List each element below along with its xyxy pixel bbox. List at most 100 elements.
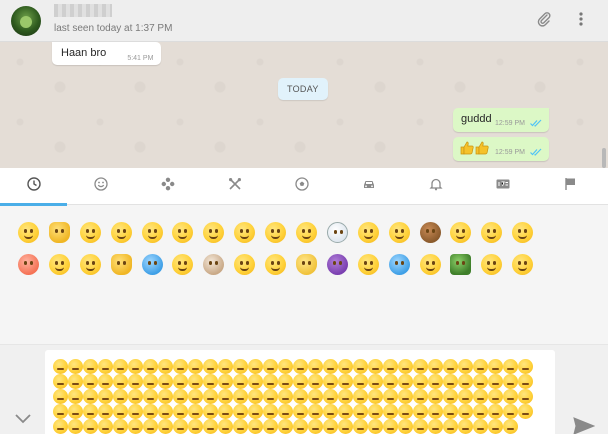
smirk-emoji[interactable] [75, 216, 106, 248]
menu-button[interactable] [571, 11, 591, 31]
unamused-emoji [188, 404, 203, 419]
message-input[interactable] [45, 350, 555, 434]
cat-emoji[interactable] [291, 248, 322, 280]
dog-emoji[interactable] [198, 248, 229, 280]
message-text: guddd [461, 113, 492, 125]
close-emoji-panel-button[interactable] [12, 411, 34, 427]
unamused-emoji [368, 419, 383, 434]
unamused-emoji [353, 389, 368, 404]
incoming-message[interactable]: Haan bro 5:41 PM [52, 42, 162, 65]
unamused-emoji [218, 374, 233, 389]
unamused-emoji [398, 374, 413, 389]
cry-emoji[interactable] [260, 216, 291, 248]
last-seen-status: last seen today at 1:37 PM [54, 23, 173, 34]
flushed-emoji[interactable] [476, 216, 507, 248]
unamused-emoji [158, 389, 173, 404]
car-icon [362, 177, 376, 196]
outgoing-message[interactable]: guddd 12:59 PM [453, 108, 549, 132]
unamused-emoji [113, 419, 128, 434]
tab-flags[interactable] [536, 168, 603, 205]
tab-travel[interactable] [335, 168, 402, 205]
send-icon [573, 417, 596, 434]
unamused-emoji [368, 389, 383, 404]
sleepy-emoji[interactable] [415, 248, 446, 280]
emoji-panel [0, 168, 608, 344]
unamused-emoji [158, 419, 173, 434]
confounded-emoji[interactable] [229, 248, 260, 280]
scream-emoji[interactable] [137, 248, 168, 280]
unamused-emoji [383, 374, 398, 389]
attach-button[interactable] [534, 11, 554, 31]
unamused-emoji [473, 389, 488, 404]
unamused-emoji [128, 374, 143, 389]
snowman-emoji[interactable] [322, 216, 353, 248]
unamused-emoji [383, 404, 398, 419]
unamused-emoji [428, 389, 443, 404]
raised-hand-emoji[interactable] [106, 248, 137, 280]
thumbs-up-emoji[interactable] [44, 216, 75, 248]
unamused-emoji [428, 419, 443, 434]
unamused-emoji [173, 389, 188, 404]
stuck-out-tongue-emoji[interactable] [75, 248, 106, 280]
unamused-emoji [233, 389, 248, 404]
unamused-emoji [503, 419, 518, 434]
see-no-evil-monkey-emoji[interactable] [415, 216, 446, 248]
tab-objects[interactable] [402, 168, 469, 205]
outgoing-message[interactable]: 12:59 PM [453, 137, 549, 161]
message-list[interactable]: Haan bro 5:41 PM TODAY guddd 12:59 PM 12… [0, 42, 608, 168]
tab-smileys[interactable] [67, 168, 134, 205]
unamused-emoji [143, 404, 158, 419]
sweat-emoji[interactable] [198, 216, 229, 248]
scrollbar[interactable] [602, 148, 606, 168]
more-vertical-icon [578, 11, 584, 32]
unamused-emoji[interactable] [229, 216, 260, 248]
disappointed-relieved-emoji[interactable] [445, 216, 476, 248]
blush-emoji[interactable] [137, 216, 168, 248]
avatar[interactable] [11, 6, 41, 36]
unamused-emoji [53, 374, 68, 389]
grin-emoji[interactable] [106, 216, 137, 248]
mask-emoji[interactable] [260, 248, 291, 280]
grimacing-emoji[interactable] [291, 216, 322, 248]
unamused-emoji [143, 419, 158, 434]
imp-emoji[interactable] [322, 248, 353, 280]
unamused-emoji [158, 359, 173, 374]
relieved-emoji[interactable] [353, 248, 384, 280]
contact-name-redacted[interactable] [54, 4, 112, 17]
unamused-emoji [338, 404, 353, 419]
grinning-emoji[interactable] [167, 216, 198, 248]
unamused-emoji [458, 419, 473, 434]
joy-emoji[interactable] [13, 216, 44, 248]
unamused-emoji [293, 389, 308, 404]
unamused-emoji [398, 389, 413, 404]
unamused-emoji [428, 374, 443, 389]
unamused-emoji [473, 419, 488, 434]
tab-activity[interactable] [268, 168, 335, 205]
unamused-emoji [113, 374, 128, 389]
tab-food[interactable] [201, 168, 268, 205]
unamused-emoji [308, 404, 323, 419]
unamused-emoji [218, 419, 233, 434]
message-time: 5:41 PM [127, 55, 154, 62]
send-button[interactable] [573, 417, 596, 434]
tab-symbols[interactable] [469, 168, 536, 205]
unamused-emoji [458, 359, 473, 374]
dizzy-face-emoji[interactable] [476, 248, 507, 280]
smile-emoji[interactable] [384, 216, 415, 248]
tab-nature[interactable] [134, 168, 201, 205]
anguished-emoji[interactable] [507, 248, 538, 280]
unamused-emoji [218, 389, 233, 404]
unamused-emoji [398, 359, 413, 374]
unamused-emoji [188, 389, 203, 404]
heart-eyes-emoji[interactable] [353, 216, 384, 248]
bamboo-emoji[interactable] [445, 248, 476, 280]
sleeping-emoji[interactable] [44, 248, 75, 280]
tab-recent[interactable] [0, 168, 67, 206]
unamused-emoji [128, 389, 143, 404]
triumph-emoji[interactable] [167, 248, 198, 280]
unamused-emoji [428, 404, 443, 419]
sweat-smile-emoji[interactable] [507, 216, 538, 248]
unamused-emoji [503, 404, 518, 419]
sweat-drops-emoji[interactable] [384, 248, 415, 280]
no-bell-emoji[interactable] [13, 248, 44, 280]
